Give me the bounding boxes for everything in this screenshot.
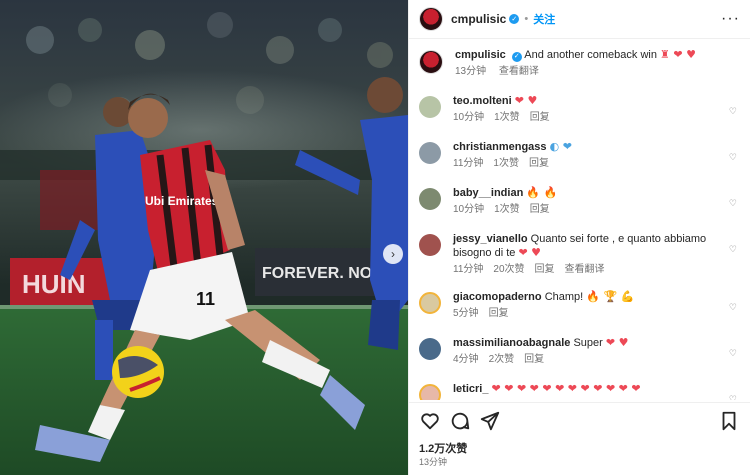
commenter-avatar[interactable] [419, 96, 441, 118]
commenter-avatar[interactable] [419, 338, 441, 360]
comment-emojis: 🔥 🏆 💪 [586, 290, 635, 303]
comment-username[interactable]: leticri_ [453, 383, 488, 395]
comment-item: teo.molteni ❤ ♥ 10分钟 1次赞 回复 ♡ [419, 94, 739, 125]
likes-count[interactable]: 1.2万次赞 [419, 440, 467, 456]
comment-time: 10分钟 [453, 204, 485, 215]
comment-emojis: ❤ ♥ [518, 246, 542, 259]
comment-like-heart-icon[interactable]: ♡ [729, 394, 737, 400]
comment-time: 4分钟 [453, 354, 479, 365]
comment-username[interactable]: christianmengass [453, 141, 547, 153]
next-slide-button[interactable]: › [383, 244, 403, 264]
comment-item: christianmengass ◐ ❤ 11分钟 1次赞 回复 ♡ [419, 140, 739, 171]
comment-item: leticri_ ❤ ❤ ❤ ❤ ❤ ❤ ❤ ❤ ❤ ❤ ❤ ❤ ♡ [419, 382, 739, 400]
post-header: cmpulisic ✓ • 关注 ··· [409, 0, 750, 39]
comment-time: 11分钟 [453, 264, 484, 275]
comment-icon[interactable] [449, 410, 471, 432]
comment-item: baby__indian 🔥 🔥 10分钟 1次赞 回复 ♡ [419, 186, 739, 217]
comment-emojis: ❤ ♥ [605, 336, 629, 349]
comment-likes[interactable]: 1次赞 [493, 158, 519, 169]
jersey-number-text: 11 [196, 289, 215, 309]
comment-text: Super [573, 337, 603, 349]
comment-emojis: ◐ ❤ [549, 140, 572, 153]
caption-time: 13分钟 [455, 66, 487, 77]
comment-likes[interactable]: 1次赞 [494, 204, 520, 215]
verified-badge-icon: ✓ [511, 52, 522, 62]
caption-text: And another comeback win [524, 49, 657, 61]
comment-text: Champ! [544, 291, 584, 303]
post-timestamp[interactable]: 13分钟 [419, 455, 447, 468]
comment-username[interactable]: giacomopaderno [453, 291, 542, 303]
football-photo: HUIN FOREVER. NOT... Ubi Emirates 11 [0, 0, 408, 475]
follow-button[interactable]: 关注 [533, 11, 555, 27]
comment-like-heart-icon[interactable]: ♡ [729, 348, 737, 359]
reply-link[interactable]: 回复 [489, 308, 509, 319]
comment-item: massimilianoabagnale Super ❤ ♥ 4分钟 2次赞 回复 … [419, 336, 739, 367]
comment-like-heart-icon[interactable]: ♡ [729, 198, 737, 209]
jersey-sponsor-text: Ubi Emirates [145, 194, 219, 208]
author-username[interactable]: cmpulisic [451, 12, 506, 26]
commenter-avatar[interactable] [419, 384, 441, 400]
verified-badge-icon: ✓ [509, 14, 520, 24]
reply-link[interactable]: 回复 [524, 354, 544, 365]
actions-divider [409, 402, 750, 403]
comment-like-heart-icon[interactable]: ♡ [729, 152, 737, 163]
reply-link[interactable]: 回复 [529, 158, 549, 169]
commenter-avatar[interactable] [419, 188, 441, 210]
translate-link[interactable]: 查看翻译 [565, 264, 605, 275]
caption-translate-link[interactable]: 查看翻译 [499, 66, 539, 77]
comment-username[interactable]: baby__indian [453, 187, 523, 199]
comment-username[interactable]: jessy_vianello [453, 233, 528, 245]
comment-item: jessy_vianello Quanto sei forte , e quan… [419, 232, 739, 277]
caption-avatar[interactable] [419, 50, 443, 74]
caption-username[interactable]: cmpulisic [455, 49, 506, 61]
comment-likes[interactable]: 20次赞 [493, 264, 524, 275]
caption-row: cmpulisic ✓ And another comeback win ♜ ❤… [419, 48, 739, 79]
commenter-avatar[interactable] [419, 292, 441, 314]
reply-link[interactable]: 回复 [530, 112, 550, 123]
comment-likes[interactable]: 2次赞 [489, 354, 515, 365]
comment-emojis: ❤ ♥ [514, 94, 538, 107]
comment-emojis: 🔥 🔥 [526, 186, 558, 199]
comment-likes[interactable]: 1次赞 [494, 112, 520, 123]
comment-item: giacomopaderno Champ! 🔥 🏆 💪 5分钟 回复 ♡ [419, 290, 739, 321]
comment-time: 10分钟 [453, 112, 485, 123]
comments-list[interactable]: cmpulisic ✓ And another comeback win ♜ ❤… [409, 40, 750, 400]
commenter-avatar[interactable] [419, 142, 441, 164]
post-actions-bar [419, 410, 740, 432]
separator-dot: • [524, 13, 529, 25]
comment-like-heart-icon[interactable]: ♡ [729, 302, 737, 313]
more-icon[interactable]: ··· [721, 10, 740, 28]
post-photo[interactable]: HUIN FOREVER. NOT... Ubi Emirates 11 › [0, 0, 408, 475]
chevron-right-icon: › [391, 247, 395, 261]
caption-emojis: ♜ ❤ ♥ [660, 48, 696, 61]
post-side-panel: cmpulisic ✓ • 关注 ··· cmpulisic ✓ And ano… [408, 0, 750, 475]
save-icon[interactable] [718, 410, 740, 432]
share-icon[interactable] [479, 410, 501, 432]
comment-like-heart-icon[interactable]: ♡ [729, 244, 737, 255]
comment-username[interactable]: teo.molteni [453, 95, 512, 107]
comment-like-heart-icon[interactable]: ♡ [729, 106, 737, 117]
comment-emojis: ❤ ❤ ❤ ❤ ❤ ❤ ❤ ❤ ❤ ❤ ❤ ❤ [491, 382, 641, 395]
heart-icon[interactable] [419, 410, 441, 432]
author-avatar[interactable] [419, 7, 443, 31]
board-left-text: HUIN [22, 269, 86, 299]
comment-time: 11分钟 [453, 158, 484, 169]
reply-link[interactable]: 回复 [535, 264, 555, 275]
comment-time: 5分钟 [453, 308, 479, 319]
comment-username[interactable]: massimilianoabagnale [453, 337, 570, 349]
commenter-avatar[interactable] [419, 234, 441, 256]
reply-link[interactable]: 回复 [530, 204, 550, 215]
